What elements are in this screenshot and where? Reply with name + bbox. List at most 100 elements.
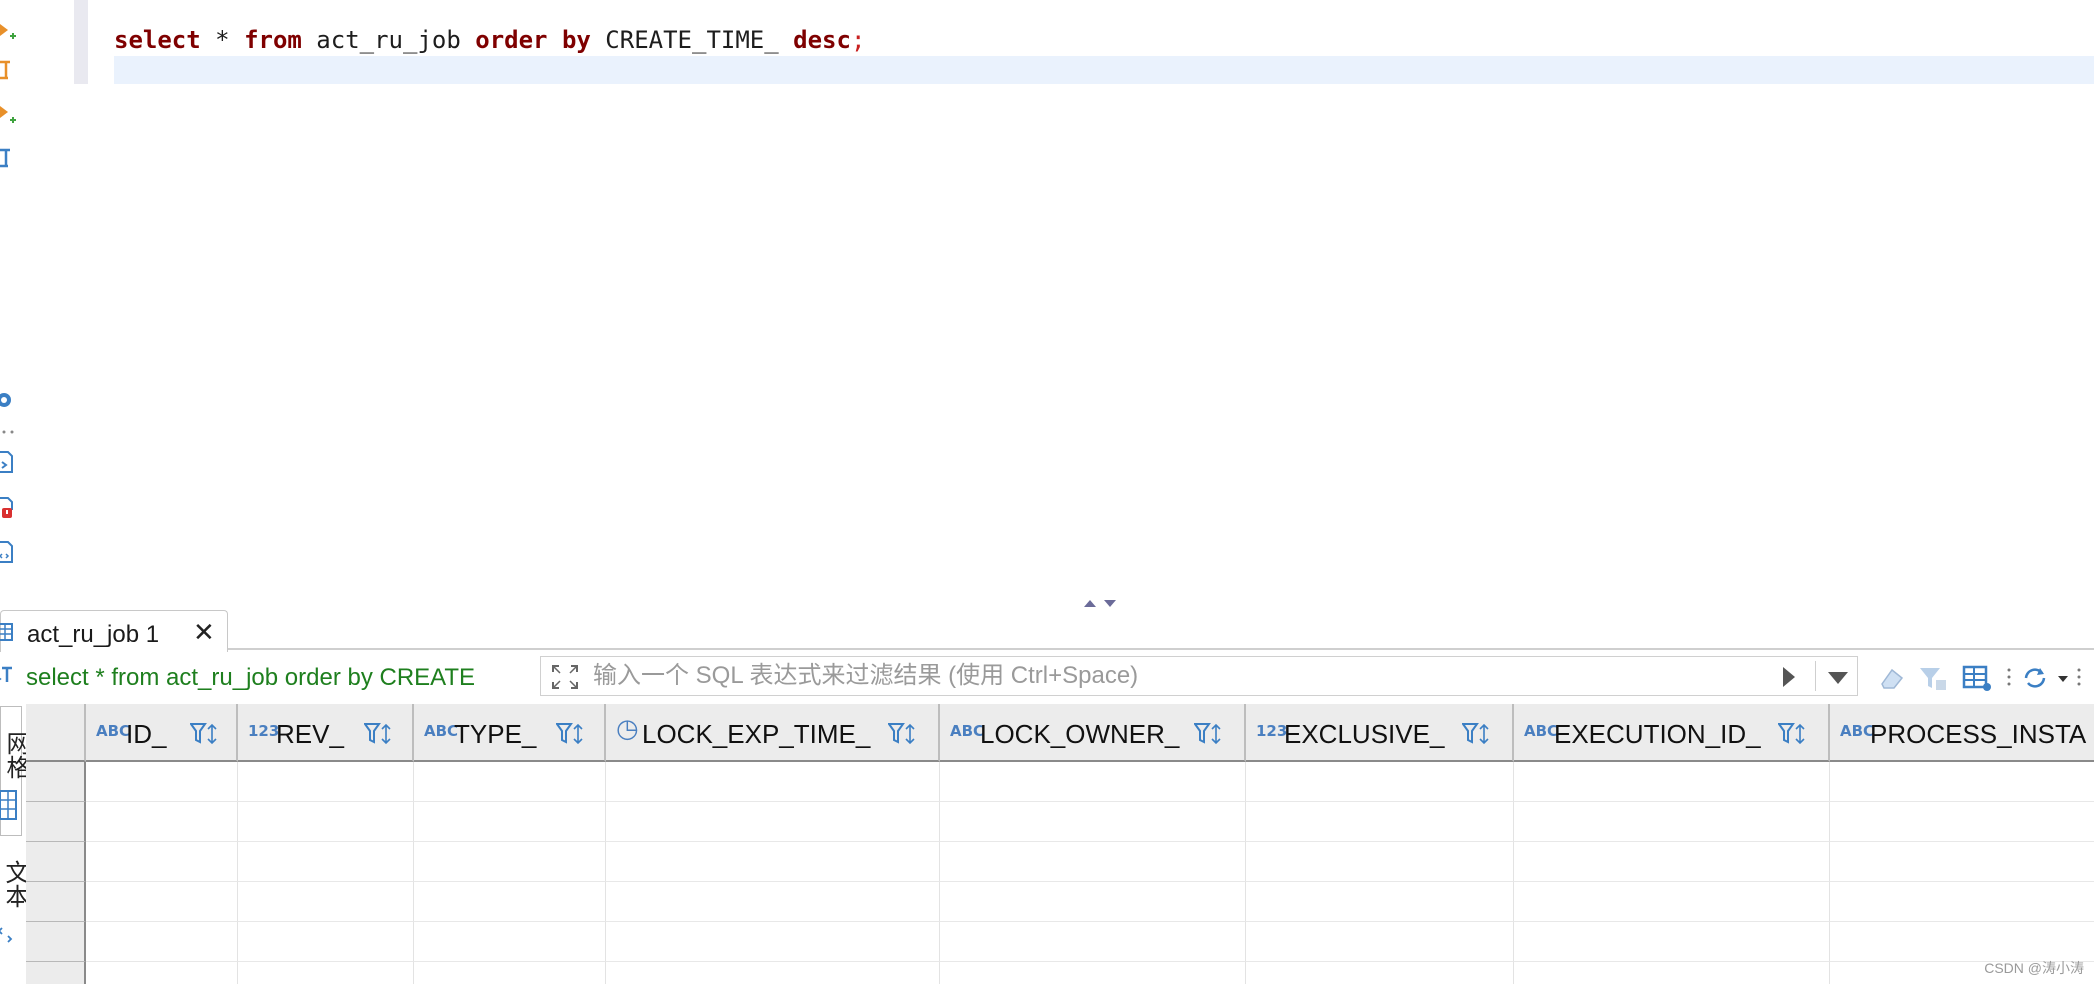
settings-gear-icon[interactable]	[0, 388, 18, 412]
grid-cell[interactable]	[1246, 762, 1514, 802]
close-icon[interactable]: ✕	[193, 619, 215, 645]
row-number-cell[interactable]	[26, 762, 86, 802]
sql-code-line[interactable]: select * from act_ru_job order by CREATE…	[114, 26, 865, 54]
column-filter-sort-icon[interactable]	[888, 722, 918, 746]
column-header-exclusive[interactable]: 123 EXCLUSIVE_	[1246, 704, 1514, 762]
execute-statement-icon[interactable]	[0, 22, 18, 46]
grid-cell[interactable]	[86, 842, 238, 882]
column-header-execution-id[interactable]: ABC EXECUTION_ID_	[1514, 704, 1830, 762]
column-filter-sort-icon[interactable]	[1194, 722, 1224, 746]
grid-cell[interactable]	[940, 922, 1246, 962]
grid-cell[interactable]	[606, 922, 940, 962]
grid-cell[interactable]	[86, 802, 238, 842]
grid-cell[interactable]	[238, 842, 414, 882]
grid-cell[interactable]	[606, 962, 940, 984]
grid-cell[interactable]	[940, 962, 1246, 984]
row-number-cell[interactable]	[26, 802, 86, 842]
grid-cell[interactable]	[940, 802, 1246, 842]
column-header-type[interactable]: ABC TYPE_	[414, 704, 606, 762]
grid-cell[interactable]	[414, 842, 606, 882]
apply-filter-play-icon[interactable]	[1779, 665, 1799, 689]
grid-cell[interactable]	[606, 882, 940, 922]
tab-grid-view[interactable]: 网格	[0, 706, 29, 836]
grid-cell[interactable]	[238, 962, 414, 984]
grid-cell[interactable]	[1514, 882, 1830, 922]
grid-cell[interactable]	[1830, 922, 2094, 962]
format-script-icon[interactable]	[0, 540, 18, 564]
column-header-id[interactable]: ABC ID_	[86, 704, 238, 762]
grid-cell[interactable]	[1246, 802, 1514, 842]
grid-cell[interactable]	[940, 842, 1246, 882]
grid-cell[interactable]	[414, 802, 606, 842]
grid-cell[interactable]	[238, 882, 414, 922]
grid-cell[interactable]	[1246, 842, 1514, 882]
grid-cell[interactable]	[238, 762, 414, 802]
row-number-header[interactable]	[26, 704, 86, 762]
grid-cell[interactable]	[1830, 842, 2094, 882]
table-icon	[0, 623, 13, 641]
grid-cell[interactable]	[1514, 922, 1830, 962]
column-filter-sort-icon[interactable]	[190, 722, 220, 746]
more-dots-icon[interactable]	[2004, 664, 2014, 692]
column-header-rev[interactable]: 123 REV_	[238, 704, 414, 762]
grid-cell[interactable]	[1514, 762, 1830, 802]
row-number-cell[interactable]	[26, 922, 86, 962]
grid-cell[interactable]	[606, 802, 940, 842]
grid-cell[interactable]	[940, 882, 1246, 922]
filter-history-chevron-down-icon[interactable]	[1825, 665, 1851, 689]
more-dots-icon[interactable]	[2074, 664, 2084, 692]
tab-text-view[interactable]: 文本	[0, 852, 28, 984]
table-layout-icon[interactable]	[1962, 664, 1992, 692]
column-name: REV_	[276, 719, 344, 749]
grid-cell[interactable]	[1246, 882, 1514, 922]
grid-cell[interactable]	[1514, 802, 1830, 842]
column-filter-sort-icon[interactable]	[364, 722, 394, 746]
grid-cell[interactable]	[86, 922, 238, 962]
grid-cell[interactable]	[414, 922, 606, 962]
grid-cell[interactable]	[1830, 802, 2094, 842]
grid-cell[interactable]	[1246, 922, 1514, 962]
grid-cell[interactable]	[1246, 962, 1514, 984]
grid-cell[interactable]	[1830, 882, 2094, 922]
grid-cell[interactable]	[1514, 962, 1830, 984]
column-header-lock-exp-time[interactable]: ◷ LOCK_EXP_TIME_	[606, 704, 940, 762]
grid-cell[interactable]	[86, 962, 238, 984]
grid-cell[interactable]	[940, 762, 1246, 802]
grid-cell[interactable]	[238, 922, 414, 962]
grid-cell[interactable]	[86, 882, 238, 922]
sql-keyword: select	[114, 26, 201, 54]
grid-cell[interactable]	[86, 762, 238, 802]
results-grid: ABC ID_ 123 REV_ ABC TYPE_ ◷ LOCK_EXP_TIME_ ABC L…	[26, 704, 2094, 984]
column-header-process-insta[interactable]: ABC PROCESS_INSTA	[1830, 704, 2094, 762]
expand-icon[interactable]	[551, 664, 579, 690]
grid-cell[interactable]	[1514, 842, 1830, 882]
refresh-icon[interactable]	[2020, 664, 2050, 692]
grid-cell[interactable]	[414, 882, 606, 922]
tab-act-ru-job-1[interactable]: act_ru_job 1 ✕	[0, 610, 228, 652]
grid-cell[interactable]	[606, 842, 940, 882]
column-name: ID_	[126, 719, 167, 749]
eraser-icon[interactable]	[1876, 664, 1906, 692]
execute-script-icon[interactable]	[0, 58, 18, 82]
more-dots-icon[interactable]	[0, 412, 18, 436]
filter-input[interactable]	[593, 661, 1743, 691]
row-number-cell[interactable]	[26, 882, 86, 922]
column-header-lock-owner[interactable]: ABC LOCK_OWNER_	[940, 704, 1246, 762]
watermark: CSDN @涛小涛	[1984, 960, 2084, 976]
filter-settings-icon[interactable]	[1918, 664, 1948, 692]
column-filter-sort-icon[interactable]	[556, 722, 586, 746]
grid-cell[interactable]	[606, 762, 940, 802]
execute-new-tab-icon[interactable]	[0, 104, 18, 128]
refresh-dropdown-chevron-down-icon[interactable]	[2056, 664, 2070, 692]
row-number-cell[interactable]	[26, 962, 86, 984]
column-filter-sort-icon[interactable]	[1462, 722, 1492, 746]
grid-cell[interactable]	[414, 762, 606, 802]
script-error-icon[interactable]	[0, 496, 18, 520]
explain-plan-icon[interactable]	[0, 146, 18, 170]
row-number-cell[interactable]	[26, 842, 86, 882]
grid-cell[interactable]	[1830, 762, 2094, 802]
export-script-icon[interactable]	[0, 450, 18, 474]
grid-cell[interactable]	[414, 962, 606, 984]
grid-cell[interactable]	[238, 802, 414, 842]
column-filter-sort-icon[interactable]	[1778, 722, 1808, 746]
